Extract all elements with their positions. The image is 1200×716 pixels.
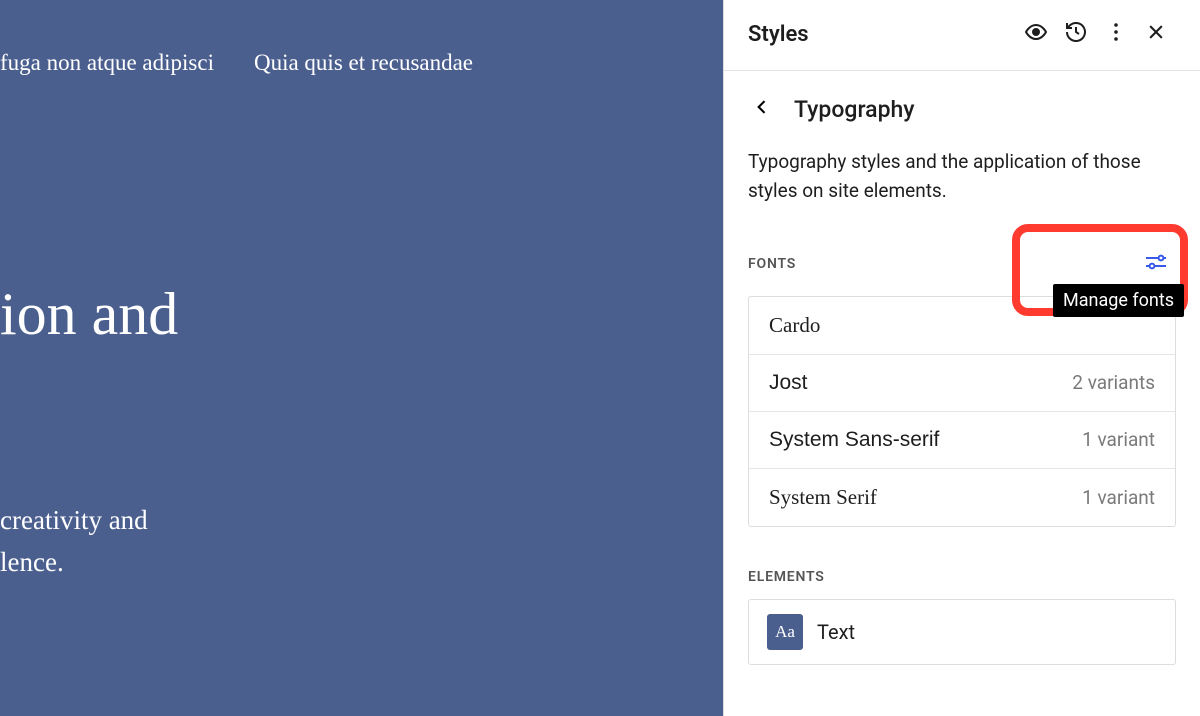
elements-section-header: ELEMENTS — [748, 569, 1176, 585]
close-icon — [1146, 22, 1166, 46]
close-sidebar-button[interactable] — [1136, 14, 1176, 54]
preview-sub-text: creativity and lence. — [0, 500, 148, 584]
font-row-system-serif[interactable]: System Serif 1 variant — [749, 469, 1175, 526]
preview-sub-line: creativity and — [0, 500, 148, 542]
preview-nav-item: Quia quis et recusandae — [254, 50, 473, 76]
font-name: System Sans-serif — [769, 428, 939, 452]
preview-nav-item: fuga non atque adipisci — [0, 50, 214, 76]
sidebar-header: Styles — [724, 0, 1200, 71]
preview-sub-line: lence. — [0, 542, 148, 584]
font-variant-count: 1 variant — [1082, 486, 1155, 509]
sidebar-title: Styles — [748, 22, 809, 47]
kebab-icon — [1104, 20, 1128, 48]
element-preview-badge: Aa — [767, 614, 803, 650]
font-name: Cardo — [769, 313, 820, 338]
panel-description: Typography styles and the application of… — [748, 147, 1176, 206]
more-options-button[interactable] — [1096, 14, 1136, 54]
fonts-section-header: FONTS Manage fonts — [748, 246, 1176, 282]
font-row-system-sans[interactable]: System Sans-serif 1 variant — [749, 412, 1175, 469]
breadcrumb: Typography — [748, 95, 1176, 123]
element-row-text[interactable]: Aa Text — [749, 600, 1175, 664]
sliders-icon — [1144, 251, 1168, 277]
elements-heading: ELEMENTS — [748, 569, 825, 585]
element-label: Text — [817, 620, 855, 644]
revisions-button[interactable] — [1056, 14, 1096, 54]
preview-nav-row: fuga non atque adipisci Quia quis et rec… — [0, 50, 473, 76]
font-variant-count: 1 variant — [1082, 428, 1155, 451]
panel-title: Typography — [794, 96, 915, 123]
font-name: Jost — [769, 371, 808, 395]
manage-fonts-tooltip: Manage fonts — [1053, 284, 1184, 317]
font-variant-count: 2 variants — [1072, 371, 1155, 394]
styles-sidebar: Styles — [724, 0, 1200, 716]
preview-hero-text: ion and — [0, 280, 178, 349]
stylebook-toggle-button[interactable] — [1016, 14, 1056, 54]
font-name: System Serif — [769, 485, 877, 510]
back-button[interactable] — [748, 95, 776, 123]
app-root: fuga non atque adipisci Quia quis et rec… — [0, 0, 1200, 716]
history-icon — [1064, 20, 1088, 48]
chevron-left-icon — [752, 97, 772, 121]
element-list: Aa Text — [748, 599, 1176, 665]
fonts-heading: FONTS — [748, 256, 796, 272]
eye-icon — [1024, 20, 1048, 48]
font-row-jost[interactable]: Jost 2 variants — [749, 355, 1175, 412]
manage-fonts-button[interactable]: Manage fonts — [1136, 246, 1176, 282]
sidebar-body: Typography Typography styles and the app… — [724, 71, 1200, 665]
font-list: Cardo Jost 2 variants System Sans-serif … — [748, 296, 1176, 527]
site-preview-canvas: fuga non atque adipisci Quia quis et rec… — [0, 0, 724, 716]
